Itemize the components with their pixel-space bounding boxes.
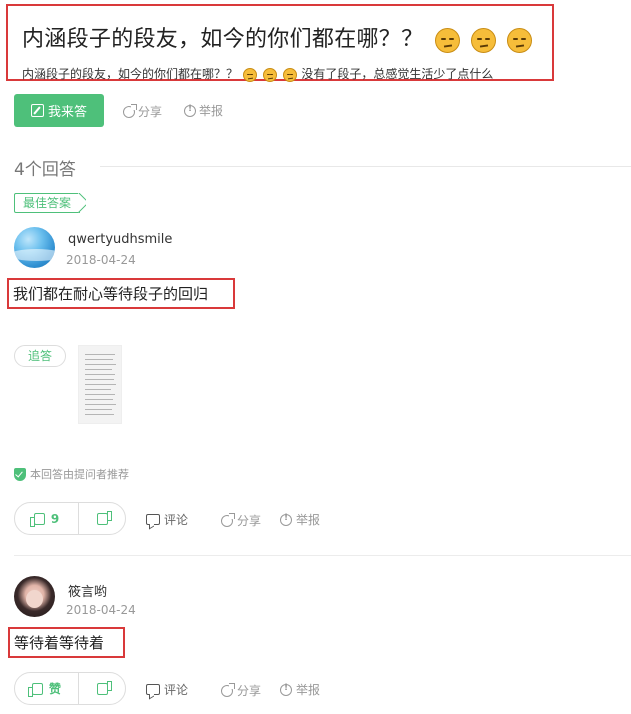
upvote-button[interactable]: 9 [15,503,79,534]
report-label: 举报 [199,104,224,118]
comment-link[interactable]: 评论 [146,511,188,528]
answer-button-label: 我来答 [47,105,87,120]
answer-count-heading: 4个回答 [14,160,76,180]
warning-icon [280,513,292,526]
share-answer-link[interactable]: 分享 [221,512,261,529]
unamused-face-icon [262,67,277,82]
share-label: 分享 [237,514,262,528]
question-title: 内涵段子的段友，如今的你们都在哪？？ [22,21,533,53]
recommended-text: 本回答由提问者推荐 [30,468,129,481]
thumbs-up-icon [29,512,45,527]
share-label: 分享 [237,684,262,698]
upvote-label: 赞 [48,682,61,696]
question-description: 内涵段子的段友，如今的你们都在哪？？ 没有了段子，总感觉生活少了点什么 [22,65,493,82]
downvote-button[interactable] [79,512,125,525]
thumbs-up-icon [27,682,43,697]
downvote-button[interactable] [79,682,125,695]
thumbs-down-icon [96,512,108,525]
answer-username[interactable]: 筱言哟 [68,581,107,600]
answer-username[interactable]: qwertyudhsmile [68,232,172,247]
answer-image-thumbnail[interactable] [78,345,122,424]
report-answer-link[interactable]: 举报 [280,681,320,698]
answer-button[interactable]: 我来答 [14,94,104,127]
unamused-face-icon [507,27,533,53]
unamused-face-icon [471,27,496,53]
heading-divider [100,166,631,167]
unamused-face-icon [282,67,297,82]
answer-text: 我们都在耐心等待段子的回归 [7,278,235,309]
comment-icon [146,684,160,695]
answer-date: 2018-04-24 [66,603,136,617]
comment-icon [146,514,160,525]
recommended-notice: 本回答由提问者推荐 [14,466,129,482]
report-label: 举报 [296,513,321,527]
comment-label: 评论 [164,513,189,527]
best-answer-badge: 最佳答案 [14,193,81,213]
report-label: 举报 [296,683,321,697]
report-question-link[interactable]: 举报 [184,102,223,119]
question-highlight-box: 内涵段子的段友，如今的你们都在哪？？ 内涵段子的段友，如今的你们都在哪？？ 没有… [6,4,554,82]
question-description-text-end: 没有了段子，总感觉生活少了点什么 [301,67,494,81]
question-title-text: 内涵段子的段友，如今的你们都在哪？？ [22,27,424,52]
share-icon [221,682,235,697]
vote-control: 9 [14,502,126,535]
warning-icon [184,104,196,117]
edit-icon [30,104,44,117]
upvote-button[interactable]: 赞 [15,673,79,704]
share-label: 分享 [138,105,163,119]
share-icon [221,512,235,527]
share-question-link[interactable]: 分享 [123,103,162,120]
thumbs-down-icon [96,682,108,695]
avatar[interactable] [14,227,55,268]
answer-text: 等待着等待着 [8,627,125,658]
followup-tag[interactable]: 追答 [14,345,66,367]
answer-divider [14,555,631,556]
unamused-face-icon [434,27,460,53]
question-description-text: 内涵段子的段友，如今的你们都在哪？？ [22,67,239,81]
avatar[interactable] [14,576,55,617]
best-answer-badge-tail [78,193,86,213]
vote-control: 赞 [14,672,126,705]
comment-label: 评论 [164,683,189,697]
warning-icon [280,683,292,696]
answer-date: 2018-04-24 [66,253,136,267]
unamused-face-icon [242,67,257,82]
comment-link[interactable]: 评论 [146,681,188,698]
shield-check-icon [14,467,26,481]
share-icon [123,103,137,118]
report-answer-link[interactable]: 举报 [280,511,320,528]
upvote-count: 9 [50,511,60,526]
share-answer-link[interactable]: 分享 [221,682,261,699]
